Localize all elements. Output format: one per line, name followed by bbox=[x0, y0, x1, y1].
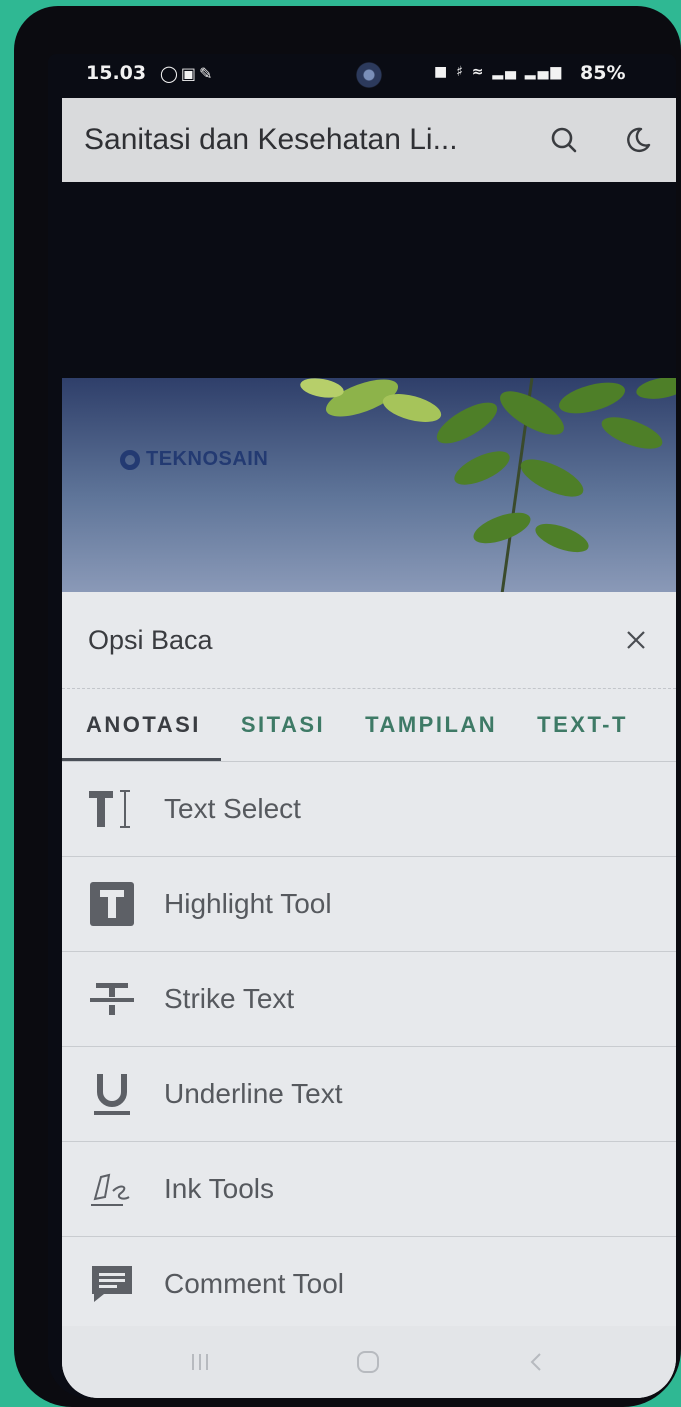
instagram-icon: ▣ bbox=[180, 64, 200, 83]
search-button[interactable] bbox=[544, 120, 584, 160]
tab-sitasi[interactable]: SITASI bbox=[221, 689, 345, 761]
highlight-icon bbox=[84, 876, 140, 932]
moon-icon bbox=[627, 127, 651, 152]
sheet-header: Opsi Baca bbox=[62, 592, 676, 689]
options-tabs: ANOTASI SITASI TAMPILAN TEXT-T bbox=[62, 689, 676, 762]
front-camera bbox=[356, 62, 382, 88]
dark-mode-button[interactable] bbox=[618, 120, 658, 160]
tool-label: Text Select bbox=[164, 793, 301, 824]
lte-signal-icon: ▂▄▆ bbox=[524, 64, 564, 80]
sheet-title: Opsi Baca bbox=[88, 624, 213, 655]
tool-label: Highlight Tool bbox=[164, 888, 332, 919]
status-right-icons: ■ ♯ ≈ ▂▄ ▂▄▆ bbox=[434, 64, 563, 80]
lock-icon: ✎ bbox=[199, 64, 216, 83]
tool-label: Strike Text bbox=[164, 983, 295, 1014]
recents-icon bbox=[192, 1354, 208, 1370]
recents-button[interactable] bbox=[170, 1346, 230, 1378]
sim-icon: ■ bbox=[434, 64, 450, 80]
tool-label: Underline Text bbox=[164, 1078, 343, 1109]
tool-comment[interactable]: Comment Tool bbox=[62, 1237, 676, 1332]
book-cover-image: TEKNOSAIN bbox=[62, 378, 676, 594]
leaves-illustration bbox=[300, 378, 676, 594]
teknosain-logo-icon bbox=[120, 449, 140, 470]
comment-icon bbox=[84, 1256, 140, 1312]
strikethrough-icon bbox=[84, 971, 140, 1027]
annotation-tool-list: Text Select Highlight Tool Strike Text U… bbox=[62, 762, 676, 1332]
ink-pen-icon bbox=[84, 1161, 140, 1217]
wifi-icon: ≈ bbox=[471, 64, 486, 80]
signal-icon: ▂▄ bbox=[492, 64, 518, 80]
screen: 15.03 ◯▣✎ ■ ♯ ≈ ▂▄ ▂▄▆ 85% Sanitasi dan … bbox=[48, 54, 676, 1398]
reading-options-sheet: Opsi Baca ANOTASI SITASI TAMPILAN TEXT-T bbox=[62, 592, 676, 1398]
status-bar: 15.03 ◯▣✎ ■ ♯ ≈ ▂▄ ▂▄▆ 85% bbox=[48, 54, 676, 100]
tool-label: Comment Tool bbox=[164, 1268, 345, 1299]
tool-text-select[interactable]: Text Select bbox=[62, 762, 676, 857]
underline-icon bbox=[84, 1066, 140, 1122]
search-icon bbox=[551, 127, 577, 153]
close-icon bbox=[627, 631, 645, 649]
document-viewer-background bbox=[62, 182, 676, 378]
status-left-icons: ◯▣✎ bbox=[160, 64, 215, 83]
back-icon bbox=[530, 1353, 541, 1371]
publisher-name: TEKNOSAIN bbox=[146, 448, 269, 470]
whatsapp-icon: ◯ bbox=[160, 64, 181, 83]
tool-highlight[interactable]: Highlight Tool bbox=[62, 857, 676, 952]
tab-text-to-speech[interactable]: TEXT-T bbox=[517, 689, 648, 761]
status-time: 15.03 bbox=[86, 62, 147, 84]
phone-frame: 15.03 ◯▣✎ ■ ♯ ≈ ▂▄ ▂▄▆ 85% Sanitasi dan … bbox=[14, 6, 681, 1407]
publisher-logo: TEKNOSAIN bbox=[120, 448, 268, 471]
app-bar: Sanitasi dan Kesehatan Li... bbox=[62, 98, 676, 182]
text-select-icon bbox=[84, 781, 140, 837]
home-button[interactable] bbox=[338, 1346, 398, 1378]
battery-level: 85% bbox=[580, 62, 626, 84]
tool-strike[interactable]: Strike Text bbox=[62, 952, 676, 1047]
tab-anotasi[interactable]: ANOTASI bbox=[62, 689, 221, 761]
tab-tampilan[interactable]: TAMPILAN bbox=[345, 689, 517, 761]
system-nav-bar bbox=[62, 1326, 676, 1398]
mute-icon: ♯ bbox=[456, 64, 465, 80]
tool-ink[interactable]: Ink Tools bbox=[62, 1142, 676, 1237]
close-button[interactable] bbox=[616, 620, 656, 660]
back-button[interactable] bbox=[506, 1346, 566, 1378]
document-title: Sanitasi dan Kesehatan Li... bbox=[84, 123, 458, 156]
tool-label: Ink Tools bbox=[164, 1173, 274, 1204]
home-icon bbox=[357, 1351, 379, 1373]
tool-underline[interactable]: Underline Text bbox=[62, 1047, 676, 1142]
